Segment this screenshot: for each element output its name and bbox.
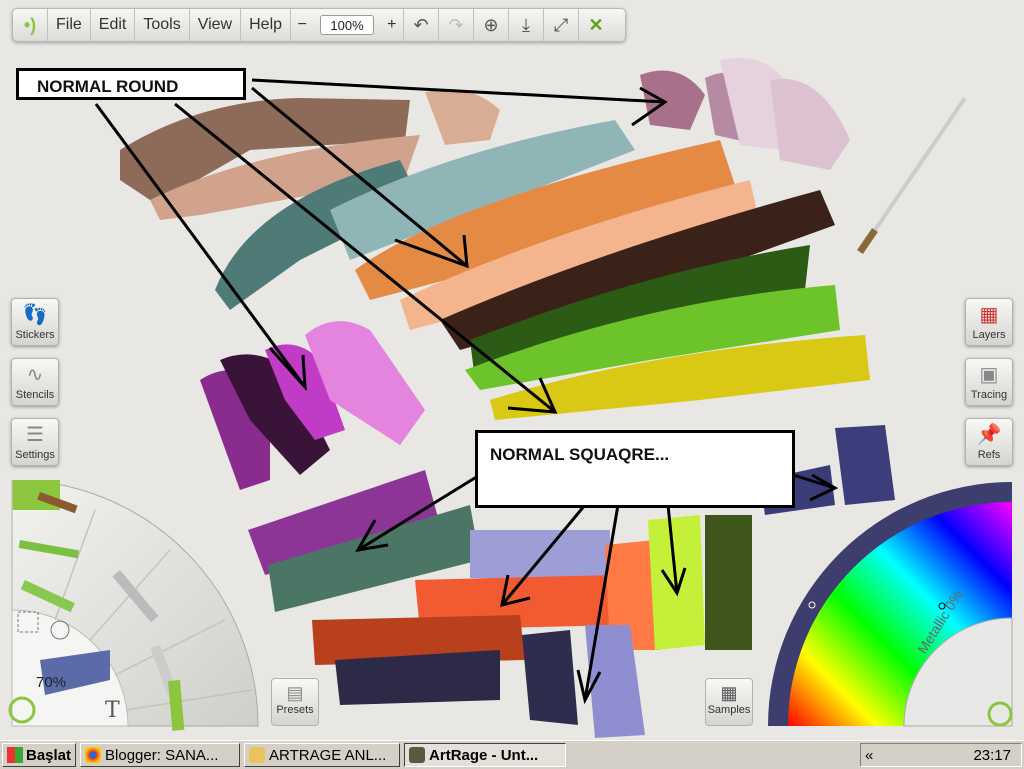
menu-help-label: Help: [249, 16, 283, 33]
start-button[interactable]: Başlat: [2, 743, 77, 767]
chrome-icon: [85, 747, 102, 763]
stickers-button[interactable]: 👣 Stickers: [11, 298, 59, 346]
settings-label: Settings: [15, 449, 55, 461]
layers-label: Layers: [972, 329, 1006, 341]
tool-wheel[interactable]: 70% T: [0, 479, 260, 740]
samples-icon: ▦: [720, 683, 738, 703]
brush-handle: [873, 96, 967, 232]
windows-logo-icon: [7, 747, 23, 763]
zoom-value[interactable]: 100%: [320, 15, 374, 35]
menu-view-label: View: [197, 16, 233, 33]
task-artrage-folder-label: ARTRAGE ANL...: [269, 746, 387, 764]
presets-label: Presets: [276, 704, 314, 716]
stencils-button[interactable]: ∿ Stencils: [11, 358, 59, 406]
artrage-app-icon: [409, 747, 426, 763]
refs-label: Refs: [977, 449, 1001, 461]
menu-tools[interactable]: Tools: [135, 9, 190, 41]
footprint-icon: 👣: [22, 304, 48, 326]
menu-edit[interactable]: Edit: [91, 9, 136, 41]
color-wheel-graphic: [768, 482, 1013, 727]
close-icon[interactable]: ✕: [579, 9, 613, 41]
system-tray: « 23:17: [860, 743, 1022, 767]
color-picker[interactable]: Metallic 0%: [764, 478, 1024, 740]
folder-icon: [249, 747, 266, 763]
label-normal-square-text: NORMAL SQUAQRE...: [490, 445, 670, 464]
task-blogger[interactable]: Blogger: SANA...: [80, 743, 241, 767]
task-blogger-label: Blogger: SANA...: [105, 746, 219, 764]
tool-wheel-graphic: [8, 479, 259, 731]
artrage-logo-icon[interactable]: •): [13, 9, 48, 41]
layers-button[interactable]: ▦ Layers: [965, 298, 1013, 346]
menu-bar: •) File Edit Tools View Help − 100% + ↶ …: [12, 8, 626, 42]
menu-edit-label: Edit: [98, 16, 127, 33]
stickers-label: Stickers: [15, 329, 55, 341]
menu-file[interactable]: File: [48, 9, 91, 41]
refs-button[interactable]: 📌 Refs: [965, 418, 1013, 466]
samples-button[interactable]: ▦ Samples: [705, 678, 753, 726]
zoom-control: − 100% +: [291, 9, 405, 41]
download-icon[interactable]: ⤓: [509, 9, 545, 41]
label-normal-square: NORMAL SQUAQRE...: [475, 430, 795, 508]
tool-selected-highlight: [12, 480, 60, 510]
pin-icon: 📌: [976, 424, 1002, 446]
start-label: Başlat: [26, 746, 72, 764]
samples-label: Samples: [707, 704, 751, 716]
tracing-label: Tracing: [970, 389, 1008, 401]
task-artrage-label: ArtRage - Unt...: [429, 746, 539, 764]
presets-button[interactable]: ▤ Presets: [271, 678, 319, 726]
zoom-out-button[interactable]: −: [298, 16, 307, 34]
stroke-olive-square: [705, 515, 752, 650]
tray-expand-button[interactable]: «: [865, 747, 873, 764]
stroke-periwinkle-square: [470, 530, 610, 578]
fullscreen-icon[interactable]: ⤢: [544, 9, 580, 41]
stencils-label: Stencils: [15, 389, 55, 401]
menu-view[interactable]: View: [190, 9, 242, 41]
menu-tools-label: Tools: [143, 16, 181, 33]
text-tool-icon[interactable]: T: [105, 698, 120, 723]
sliders-icon: ☰: [26, 424, 44, 446]
windows-taskbar: Başlat Blogger: SANA... ARTRAGE ANL... A…: [0, 740, 1024, 769]
zoom-in-button[interactable]: +: [387, 16, 396, 34]
opacity-value[interactable]: 70%: [36, 674, 66, 691]
stencil-icon: ∿: [26, 364, 44, 386]
label-normal-round-text: NORMAL ROUND: [37, 77, 179, 96]
task-artrage-folder[interactable]: ARTRAGE ANL...: [244, 743, 401, 767]
stroke-peach-small: [425, 89, 500, 145]
menu-file-label: File: [56, 16, 82, 33]
layers-icon: ▦: [979, 304, 999, 326]
menu-help[interactable]: Help: [241, 9, 292, 41]
tracing-button[interactable]: ▣ Tracing: [965, 358, 1013, 406]
brush-bristles: [857, 228, 878, 254]
clock: 23:17: [973, 746, 1011, 764]
presets-icon: ▤: [286, 683, 304, 703]
task-artrage[interactable]: ArtRage - Unt...: [404, 743, 567, 767]
redo-icon[interactable]: ↷: [439, 9, 475, 41]
reset-view-icon[interactable]: ⊕: [474, 9, 510, 41]
stroke-navy-tall: [522, 630, 578, 725]
undo-icon[interactable]: ↶: [404, 9, 440, 41]
settings-button[interactable]: ☰ Settings: [11, 418, 59, 466]
tracing-icon: ▣: [979, 364, 999, 386]
label-normal-round: NORMAL ROUND: [16, 68, 246, 100]
stroke-lavender: [770, 78, 850, 170]
